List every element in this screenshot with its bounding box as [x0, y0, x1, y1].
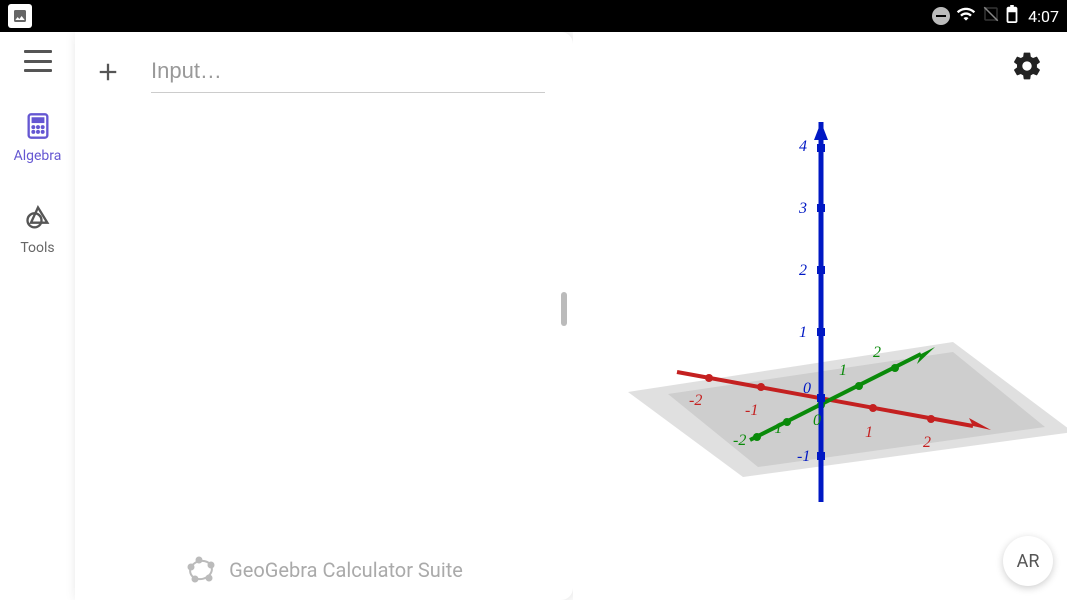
y-tick-0: 0 [813, 412, 821, 430]
geogebra-logo-icon [185, 554, 217, 586]
3d-graphics-view[interactable]: 4 3 2 1 0 -1 -2 -1 1 2 -2 -1 0 1 2 AR [573, 32, 1067, 600]
z-tick-4: 4 [799, 138, 807, 156]
status-bar: 4:07 [0, 0, 1067, 32]
z-tick-n1: -1 [797, 448, 810, 466]
y-tick-1: 1 [839, 362, 847, 380]
sidebar-item-label: Tools [20, 240, 54, 256]
x-tick-1: 1 [865, 424, 873, 442]
add-button[interactable] [93, 57, 123, 87]
calculator-icon [24, 112, 52, 140]
y-tick-n2: -2 [733, 432, 746, 450]
no-sim-icon [982, 5, 1000, 27]
x-tick-n2: -2 [689, 392, 702, 410]
z-tick-2: 2 [799, 262, 807, 280]
ar-button[interactable]: AR [1003, 536, 1053, 586]
x-tick-n1: -1 [745, 402, 758, 420]
panel-footer: GeoGebra Calculator Suite [75, 554, 573, 586]
sidebar-item-tools[interactable]: Tools [20, 204, 54, 256]
status-icons: 4:07 [932, 4, 1059, 28]
z-tick-0: 0 [803, 380, 811, 398]
battery-icon [1006, 5, 1018, 27]
sidebar-item-label: Algebra [14, 148, 62, 164]
do-not-disturb-icon [932, 7, 950, 25]
menu-button[interactable] [24, 50, 52, 72]
scrollbar-thumb[interactable] [561, 292, 567, 326]
tools-icon [24, 204, 52, 232]
sidebar-item-algebra[interactable]: Algebra [14, 112, 62, 164]
wifi-icon [956, 4, 976, 28]
z-tick-3: 3 [799, 200, 807, 218]
3d-coordinate-system[interactable] [573, 32, 1067, 600]
image-notification-icon [8, 4, 32, 28]
sidebar: Algebra Tools [0, 32, 75, 600]
expression-input[interactable] [151, 50, 545, 93]
algebra-panel: GeoGebra Calculator Suite [75, 32, 573, 600]
y-tick-n1: -1 [769, 420, 782, 438]
status-time: 4:07 [1028, 7, 1059, 26]
footer-brand: GeoGebra Calculator Suite [229, 558, 463, 582]
x-tick-2: 2 [923, 434, 931, 452]
z-tick-1: 1 [799, 324, 807, 342]
y-tick-2: 2 [873, 344, 881, 362]
